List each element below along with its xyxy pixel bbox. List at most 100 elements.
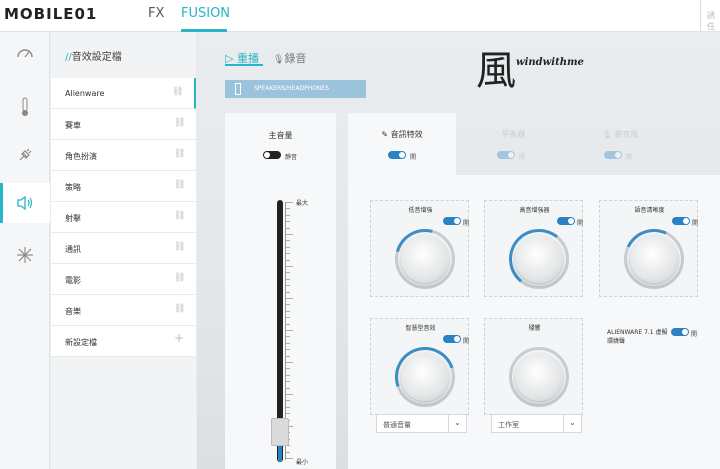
scale-tick	[286, 368, 290, 370]
scale-tick	[286, 342, 290, 344]
scale-tick	[286, 406, 290, 408]
link-icon[interactable]: ⛓	[174, 180, 185, 190]
tab-microphone[interactable]: 🎙 麥克風 開	[566, 113, 674, 175]
profile-item-strategy[interactable]: 策略 ⛓	[51, 171, 196, 202]
card-treble-boost: 高音增強器 開	[484, 200, 583, 297]
microphone-toggle[interactable]	[604, 151, 622, 159]
mute-label: 靜音	[285, 154, 298, 161]
virtual-surround-toggle[interactable]	[671, 328, 689, 336]
bass-boost-knob[interactable]	[401, 235, 449, 283]
link-icon[interactable]: ⛓	[174, 149, 185, 159]
link-icon[interactable]: ⛓	[174, 304, 185, 314]
tab-record[interactable]: 🎙錄音	[273, 50, 306, 66]
profile-panel-heading: //音效設定檔	[51, 32, 196, 77]
equalizer-toggle[interactable]	[497, 151, 515, 159]
card-bass-boost: 低音增強 開	[370, 200, 469, 300]
tab-equalizer[interactable]: ⫶ 平衡器 開	[457, 113, 565, 175]
microphone-icon: 🎙	[601, 130, 612, 139]
audio-effects-toggle[interactable]	[388, 151, 406, 159]
scale-tick	[286, 214, 290, 216]
nav-power[interactable]	[0, 135, 50, 175]
link-icon[interactable]: ⛓	[174, 242, 185, 252]
card-title: 高音增強器	[519, 207, 550, 214]
thermometer-icon	[22, 97, 28, 116]
link-icon[interactable]: ⛓	[174, 211, 185, 221]
scale-tick	[286, 451, 290, 453]
speaker-device-icon	[235, 83, 241, 95]
nav-thermal[interactable]	[0, 87, 50, 127]
treble-boost-toggle[interactable]	[557, 217, 575, 225]
reverb-select[interactable]: 工作室 ⌄	[491, 414, 582, 433]
scale-tick	[286, 266, 293, 267]
profile-item-alienware[interactable]: Alienware ⛓	[51, 78, 196, 109]
gauge-icon	[17, 49, 33, 58]
treble-boost-knob[interactable]	[515, 235, 563, 283]
volume-slider-handle[interactable]	[271, 418, 289, 446]
profile-item-rpg[interactable]: 角色扮演 ⛓	[51, 140, 196, 171]
effects-tabs: ✎ 音訊特效 開 ⫶ 平衡器 開 🎙 麥克風 開	[348, 113, 674, 175]
mute-toggle[interactable]	[263, 151, 281, 159]
nav-audio[interactable]	[0, 183, 50, 223]
card-title: 低音增強	[408, 207, 433, 214]
card-reverb: 殘響	[484, 318, 583, 415]
scale-tick	[286, 374, 290, 376]
chevron-down-icon[interactable]: ⌄	[448, 415, 466, 432]
scale-tick	[286, 323, 290, 325]
card-smart-volume: 智慧型音效 開	[370, 318, 470, 418]
link-icon[interactable]: ⛓	[174, 118, 185, 128]
toggle-label: 開	[463, 338, 470, 345]
card-title: 智慧型音效	[405, 325, 436, 332]
profile-item-music[interactable]: 音樂 ⛓	[51, 295, 196, 326]
scale-tick	[286, 317, 290, 319]
profile-item-shooter[interactable]: 射擊 ⛓	[51, 202, 196, 233]
plus-icon[interactable]: +	[174, 331, 184, 345]
tab-audio-effects[interactable]: ✎ 音訊特效 開	[348, 113, 456, 175]
bass-boost-toggle[interactable]	[443, 217, 461, 225]
scale-tick	[286, 413, 290, 415]
tab-fusion[interactable]: FUSION	[181, 6, 230, 21]
smart-volume-select[interactable]: 普通音量 ⌄	[376, 414, 467, 433]
audio-effects-toggle-label: 開	[410, 154, 417, 161]
search-hint[interactable]: 誘任	[700, 0, 720, 32]
voice-clarity-knob[interactable]	[630, 235, 678, 283]
card-title: 語音清晰度	[634, 207, 665, 214]
scale-tick	[286, 202, 293, 203]
scale-tick	[286, 278, 290, 280]
toggle-label: 開	[691, 331, 698, 338]
scale-tick	[286, 362, 293, 363]
scale-tick	[286, 298, 293, 299]
scale-tick	[286, 458, 293, 459]
scale-tick	[286, 291, 290, 293]
voice-clarity-toggle[interactable]	[672, 217, 690, 225]
scale-tick	[286, 355, 290, 357]
profile-item-new[interactable]: 新設定檔 +	[51, 326, 196, 357]
scale-tick	[286, 330, 293, 331]
toggle-label: 開	[692, 220, 699, 227]
card-title: 殘響	[528, 325, 541, 332]
device-selector[interactable]: SPEAKERS/HEADPHONES	[225, 80, 366, 98]
smart-volume-knob[interactable]	[401, 353, 449, 401]
link-icon[interactable]: ⛓	[174, 273, 185, 283]
profile-item-racing[interactable]: 賽車 ⛓	[51, 109, 196, 140]
volume-min-label: 最小	[296, 459, 309, 466]
scale-tick	[286, 387, 290, 389]
scale-tick	[286, 259, 290, 261]
scale-tick	[286, 285, 290, 287]
profile-item-communication[interactable]: 通訊 ⛓	[51, 233, 196, 264]
reverb-knob[interactable]	[515, 353, 563, 401]
nav-gauge[interactable]	[0, 33, 50, 73]
volume-max-label: 最大	[296, 200, 309, 207]
nav-lighting[interactable]	[0, 235, 50, 275]
profile-item-movie[interactable]: 電影 ⛓	[51, 264, 196, 295]
tab-fx[interactable]: FX	[148, 6, 164, 21]
scale-tick	[286, 381, 290, 383]
link-icon[interactable]: ⛓	[172, 87, 183, 97]
scale-tick	[286, 227, 290, 229]
scale-tick	[286, 336, 290, 338]
toggle-label: 開	[577, 220, 584, 227]
mobile01-logo: MOBILE01	[4, 5, 98, 23]
chevron-down-icon[interactable]: ⌄	[563, 415, 581, 432]
scale-tick	[286, 221, 290, 223]
smart-volume-toggle[interactable]	[443, 335, 461, 343]
scale-tick	[286, 246, 290, 248]
